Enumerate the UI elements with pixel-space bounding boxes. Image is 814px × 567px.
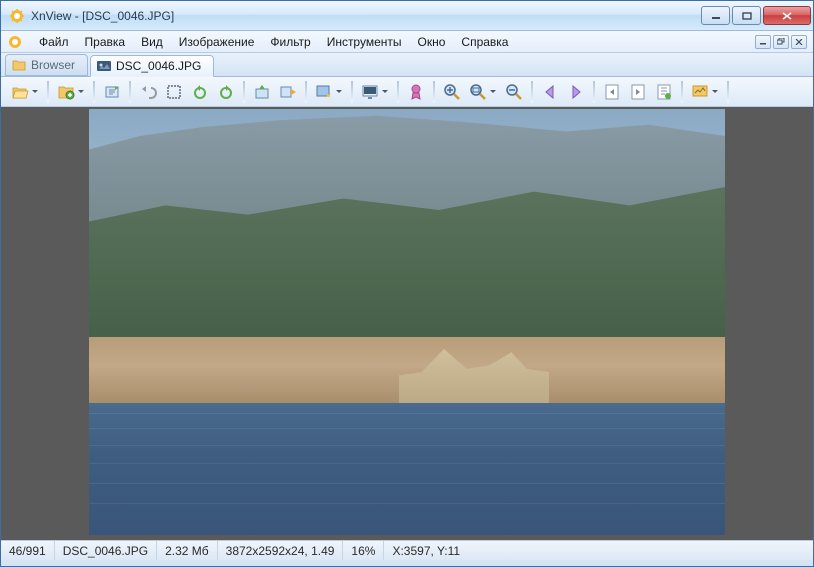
zoom-in-icon <box>443 83 461 101</box>
prev-button[interactable] <box>538 80 562 104</box>
image-star-icon <box>315 83 333 101</box>
displayed-image <box>89 109 725 535</box>
open-file-button[interactable] <box>8 80 42 104</box>
undo-button[interactable] <box>136 80 160 104</box>
arrow-left-icon <box>541 83 559 101</box>
mdi-restore-button[interactable] <box>773 35 789 49</box>
rotate-right-icon <box>217 83 235 101</box>
export-button[interactable] <box>250 80 274 104</box>
save-button[interactable] <box>54 80 88 104</box>
import-button[interactable] <box>276 80 300 104</box>
title-bar: XnView - [DSC_0046.JPG] <box>1 1 813 31</box>
zoom-in-button[interactable] <box>440 80 464 104</box>
mdi-close-button[interactable] <box>791 35 807 49</box>
crop-button[interactable] <box>162 80 186 104</box>
tab-browser-label: Browser <box>31 58 75 72</box>
status-index: 46/991 <box>1 541 55 560</box>
status-coords: X:3597, Y:11 <box>384 541 468 560</box>
status-zoom: 16% <box>343 541 384 560</box>
ribbon-icon <box>407 83 425 101</box>
status-filename: DSC_0046.JPG <box>55 541 157 560</box>
app-icon <box>9 8 25 24</box>
first-page-button[interactable] <box>600 80 624 104</box>
screen-button[interactable] <box>358 80 392 104</box>
arrow-right-icon <box>567 83 585 101</box>
status-filesize: 2.32 Мб <box>157 541 218 560</box>
zoom-out-icon <box>505 83 523 101</box>
menu-image[interactable]: Изображение <box>171 33 263 51</box>
minimize-button[interactable] <box>701 6 730 25</box>
mdi-minimize-button[interactable] <box>755 35 771 49</box>
export-right-icon <box>279 83 297 101</box>
status-bar: 46/991 DSC_0046.JPG 2.32 Мб 3872x2592x24… <box>1 540 813 560</box>
status-dimensions: 3872x2592x24, 1.49 <box>218 541 344 560</box>
rotate-left-icon <box>191 83 209 101</box>
slideshow-button[interactable] <box>688 80 722 104</box>
page-prev-icon <box>629 83 647 101</box>
crop-icon <box>165 83 183 101</box>
menu-view[interactable]: Вид <box>133 33 171 51</box>
refresh-icon <box>103 83 121 101</box>
app-menu-icon <box>7 34 23 50</box>
next-button[interactable] <box>564 80 588 104</box>
prev-page-button[interactable] <box>626 80 650 104</box>
close-button[interactable] <box>763 6 811 25</box>
monitor-icon <box>361 83 379 101</box>
menu-help[interactable]: Справка <box>453 33 516 51</box>
menu-tools[interactable]: Инструменты <box>319 33 410 51</box>
tab-bar: Browser DSC_0046.JPG <box>1 53 813 77</box>
zoom-out-button[interactable] <box>502 80 526 104</box>
tab-image-label: DSC_0046.JPG <box>116 59 201 73</box>
refresh-button[interactable] <box>100 80 124 104</box>
menu-filter[interactable]: Фильтр <box>262 33 318 51</box>
undo-icon <box>139 83 157 101</box>
menu-bar: Файл Правка Вид Изображение Фильтр Инстр… <box>1 31 813 53</box>
maximize-button[interactable] <box>732 6 761 25</box>
menu-file[interactable]: Файл <box>31 33 77 51</box>
image-menu-button[interactable] <box>312 80 346 104</box>
menu-window[interactable]: Окно <box>410 33 454 51</box>
window-title: XnView - [DSC_0046.JPG] <box>31 9 701 23</box>
image-viewport[interactable] <box>1 107 813 540</box>
folder-icon <box>12 59 26 71</box>
tab-image[interactable]: DSC_0046.JPG <box>90 55 214 77</box>
rotate-right-button[interactable] <box>214 80 238 104</box>
menu-edit[interactable]: Правка <box>77 33 134 51</box>
folder-save-icon <box>57 83 75 101</box>
bookmark-button[interactable] <box>404 80 428 104</box>
folder-open-icon <box>11 83 29 101</box>
zoom-fit-icon <box>469 83 487 101</box>
page-next-icon <box>655 83 673 101</box>
export-up-icon <box>253 83 271 101</box>
image-tab-icon <box>97 60 111 72</box>
toolbar <box>1 77 813 107</box>
slideshow-icon <box>691 83 709 101</box>
tab-browser[interactable]: Browser <box>5 54 88 76</box>
next-page-button[interactable] <box>652 80 676 104</box>
zoom-fit-button[interactable] <box>466 80 500 104</box>
rotate-left-button[interactable] <box>188 80 212 104</box>
page-first-icon <box>603 83 621 101</box>
